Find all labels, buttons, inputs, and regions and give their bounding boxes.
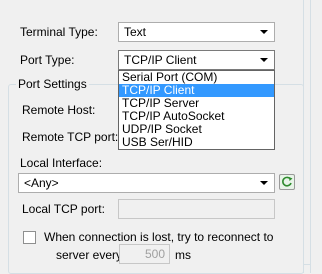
option-label: UDP/IP Socket <box>122 122 202 136</box>
reconnect-interval-unit: ms <box>175 248 191 262</box>
port-type-value: TCP/IP Client <box>124 53 197 67</box>
chevron-down-icon <box>260 58 268 62</box>
refresh-icon <box>282 176 293 187</box>
panel-border-outer <box>310 0 311 273</box>
local-tcp-port-label: Local TCP port: <box>22 202 105 216</box>
port-settings-title: Port Settings <box>16 77 89 91</box>
reconnect-checkbox[interactable] <box>23 231 36 244</box>
refresh-button[interactable] <box>279 174 295 190</box>
local-interface-select[interactable]: <Any> <box>18 173 275 193</box>
reconnect-interval-prefix: server every <box>56 248 123 262</box>
reconnect-interval-input[interactable]: 500 <box>119 244 170 264</box>
port-type-option[interactable]: USB Ser/HID <box>119 136 274 149</box>
port-type-select[interactable]: TCP/IP Client <box>118 50 275 70</box>
chevron-down-icon <box>260 30 268 34</box>
terminal-type-select[interactable]: Text <box>118 22 275 42</box>
port-type-dropdown-list: Serial Port (COM) TCP/IP Client TCP/IP S… <box>118 70 275 150</box>
chevron-down-icon <box>260 181 268 185</box>
local-interface-label: Local Interface: <box>20 156 103 170</box>
terminal-type-label: Terminal Type: <box>20 25 98 39</box>
option-label: TCP/IP Client <box>122 83 195 97</box>
option-label: TCP/IP Server <box>122 96 200 110</box>
local-tcp-port-input[interactable] <box>118 199 275 219</box>
remote-host-label: Remote Host: <box>22 103 96 117</box>
option-label: USB Ser/HID <box>122 135 193 149</box>
terminal-type-value: Text <box>124 25 147 39</box>
option-label: TCP/IP AutoSocket <box>122 109 225 123</box>
panel-border-bottom <box>303 264 311 265</box>
option-label: Serial Port (COM) <box>122 70 218 84</box>
remote-tcp-port-label: Remote TCP port: <box>22 130 119 144</box>
reconnect-interval-value: 500 <box>144 247 165 261</box>
port-type-label: Port Type: <box>20 53 75 67</box>
local-interface-value: <Any> <box>24 176 59 190</box>
reconnect-label: When connection is lost, try to reconnec… <box>44 230 274 244</box>
